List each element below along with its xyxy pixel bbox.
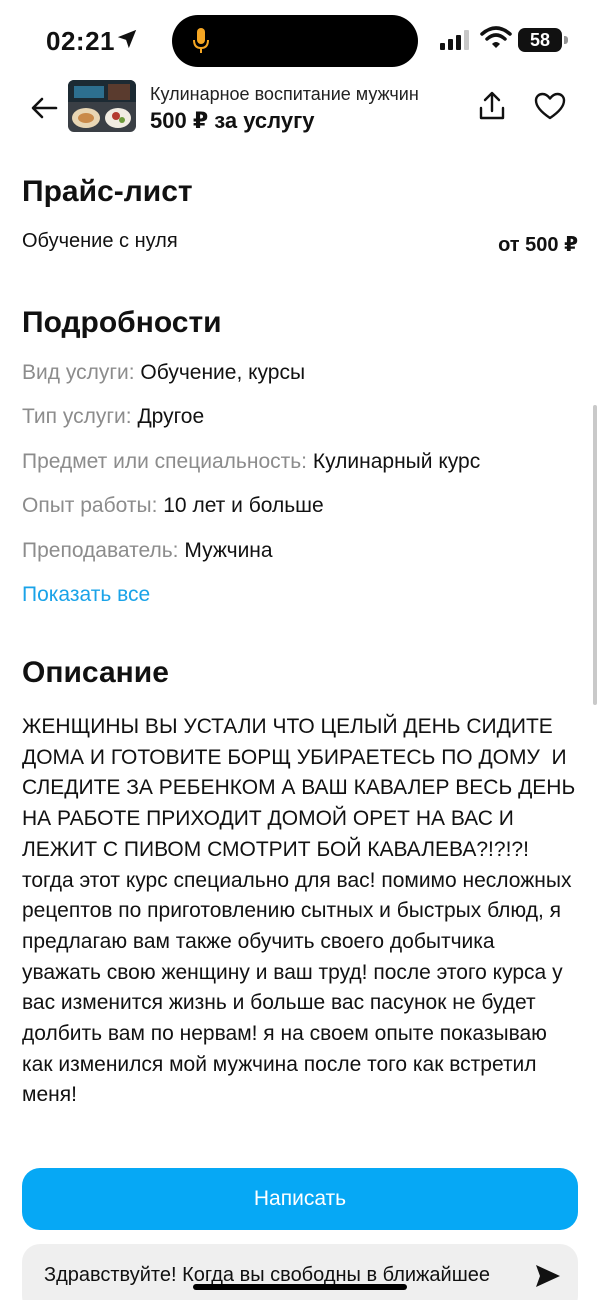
detail-row-teacher: Преподаватель: Мужчина <box>22 539 273 563</box>
listing-thumbnail[interactable] <box>68 80 136 132</box>
detail-value: Обучение, курсы <box>140 361 306 384</box>
share-icon <box>479 91 505 120</box>
write-message-button[interactable]: Написать <box>22 1168 578 1230</box>
show-all-link[interactable]: Показать все <box>22 583 150 607</box>
microphone-icon <box>193 28 209 53</box>
battery-cap <box>564 36 568 44</box>
dynamic-island <box>172 15 418 67</box>
price-list-title: Прайс-лист <box>22 175 193 208</box>
status-time: 02:21 <box>46 26 115 56</box>
detail-label: Вид услуги: <box>22 361 135 384</box>
detail-label: Опыт работы: <box>22 494 158 517</box>
listing-price: 500 ₽ за услугу <box>150 108 315 133</box>
back-button[interactable] <box>24 88 64 128</box>
listing-thumbnail-image <box>68 80 136 132</box>
price-item-name: Обучение с нуля <box>22 230 178 252</box>
location-arrow-icon <box>117 29 137 49</box>
header: Кулинарное воспитание мужчин 500 ₽ за ус… <box>0 78 600 140</box>
wifi-icon <box>480 26 512 48</box>
detail-row-service-type: Тип услуги: Другое <box>22 405 204 429</box>
detail-value: Кулинарный курс <box>312 450 481 473</box>
favorite-button[interactable] <box>530 86 570 126</box>
battery-icon: 58 <box>518 28 562 52</box>
detail-label: Тип услуги: <box>22 405 132 428</box>
home-indicator <box>193 1284 407 1290</box>
share-button[interactable] <box>472 86 512 126</box>
details-title: Подробности <box>22 306 222 339</box>
quick-message-bar[interactable]: Здравствуйте! Когда вы свободны в ближай… <box>22 1244 578 1300</box>
price-item-value: от 500 ₽ <box>498 234 578 256</box>
detail-row-service-kind: Вид услуги: Обучение, курсы <box>22 361 305 385</box>
description-text: ЖЕНЩИНЫ ВЫ УСТАЛИ ЧТО ЦЕЛЫЙ ДЕНЬ СИДИТЕ … <box>22 715 582 1107</box>
detail-row-experience: Опыт работы: 10 лет и больше <box>22 494 324 518</box>
heart-icon <box>534 92 566 120</box>
signal-icon <box>440 30 469 50</box>
detail-label: Предмет или специальность: <box>22 450 308 473</box>
status-bar: 02:21 58 <box>0 0 600 80</box>
detail-value: 10 лет и больше <box>163 494 324 517</box>
scrollbar[interactable] <box>593 405 597 705</box>
detail-label: Преподаватель: <box>22 539 179 562</box>
listing-subtitle: Кулинарное воспитание мужчин <box>150 84 419 104</box>
detail-value: Другое <box>137 405 205 428</box>
back-arrow-icon <box>31 97 58 119</box>
send-icon[interactable] <box>534 1263 562 1289</box>
detail-row-subject: Предмет или специальность: Кулинарный ку… <box>22 450 480 474</box>
description-title: Описание <box>22 656 169 689</box>
detail-value: Мужчина <box>184 539 273 562</box>
